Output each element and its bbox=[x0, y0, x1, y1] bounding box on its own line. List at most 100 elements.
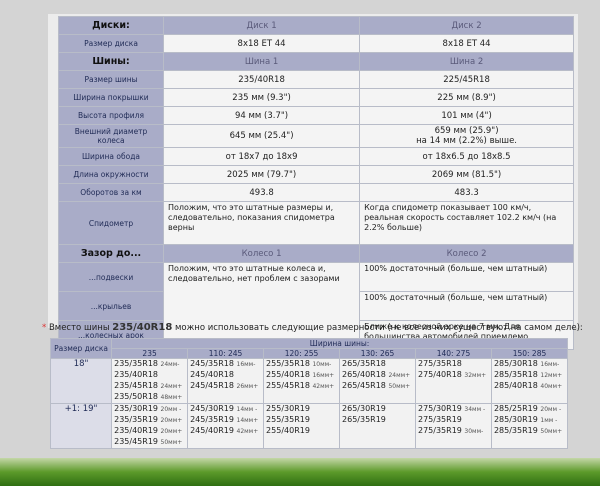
tire-size-line: 285/35R19 50мм+ bbox=[494, 426, 565, 437]
size-cell: 265/35R18 265/40R18 24мм+ 265/45R18 50мм+ bbox=[339, 358, 416, 404]
table-row: Зазор до... Колесо 1 Колесо 2 bbox=[58, 244, 574, 263]
tire-size: 235/35R18 bbox=[114, 359, 158, 368]
cell-value-1: 645 мм (25.4") bbox=[162, 124, 361, 148]
tire-size-line: 245/45R18 26мм+ bbox=[190, 381, 261, 392]
tire-size-line: 275/35R19 bbox=[418, 415, 489, 426]
cell-value-1: 235 мм (9.3") bbox=[162, 88, 361, 107]
tire-diff: 14мм+ bbox=[236, 417, 259, 424]
cell-value-1: 2025 мм (79.7") bbox=[162, 165, 361, 184]
cell-value-2: 225/45R18 bbox=[359, 70, 574, 89]
cell-value-2-text: 483.3 bbox=[454, 187, 479, 198]
tire-diff: 30мм- bbox=[464, 428, 484, 435]
tire-size: 255/40R19 bbox=[266, 426, 310, 435]
tire-size-line: 285/25R19 20мм - bbox=[494, 404, 565, 415]
tire-size: 265/30R19 bbox=[342, 404, 386, 413]
tire-size: 235/40R18 bbox=[114, 370, 158, 379]
width-col-header: 235 bbox=[111, 348, 189, 359]
tire-size-line: 255/40R19 bbox=[266, 426, 337, 437]
table-row: Диски: Диск 1 Диск 2 bbox=[58, 16, 574, 35]
tire-size-line: 275/40R18 32мм+ bbox=[418, 370, 489, 381]
cell-value-2-text: Диск 2 bbox=[451, 20, 482, 31]
tire-size-line: 235/30R19 20мм - bbox=[114, 404, 185, 415]
tire-size: 245/35R18 bbox=[190, 359, 234, 368]
diameter-header: Размер диска bbox=[49, 338, 113, 359]
tire-size: 275/35R19 bbox=[417, 426, 462, 435]
tire-size: 235/50R18 bbox=[114, 392, 158, 401]
tire-diff: 24мм+ bbox=[160, 383, 183, 390]
row-label: Ширина покрышки bbox=[58, 88, 164, 107]
tire-diff: 16мм- bbox=[236, 361, 256, 368]
clearance-label: Зазор до... bbox=[58, 244, 164, 263]
row-label: Длина окружности bbox=[58, 165, 164, 184]
tire-size-line: 285/35R18 12мм+ bbox=[494, 370, 565, 381]
tire-size: 275/30R19 bbox=[417, 404, 462, 413]
tire-size: 285/30R18 bbox=[493, 359, 538, 368]
tire-size-line: 245/35R18 16мм- bbox=[190, 359, 261, 370]
tire-size: 275/35R19 bbox=[417, 415, 462, 424]
tire-diff: 50мм+ bbox=[160, 439, 183, 446]
cell-value-2-text: Шина 2 bbox=[449, 56, 484, 67]
table-row: Ширина покрышки 235 мм (9.3") 225 мм (8.9"… bbox=[58, 88, 574, 107]
tire-size: 245/40R18 bbox=[190, 370, 234, 379]
row-label: Высота профиля bbox=[58, 106, 164, 125]
tire-size: 245/30R19 bbox=[190, 404, 234, 413]
diameter-cell: 18" bbox=[49, 358, 113, 404]
tire-size-line: 255/40R18 16мм+ bbox=[266, 370, 337, 381]
cell-value-1: Диск 1 bbox=[162, 16, 361, 35]
tire-diff: 20мм - bbox=[160, 406, 182, 413]
tire-diff: 20мм+ bbox=[160, 428, 183, 435]
size-cell: 255/30R19 255/35R19 255/40R19 bbox=[263, 403, 341, 449]
comparison-table: Диски: Диск 1 Диск 2 Размер диска 8x18 ET 44… bbox=[58, 16, 574, 350]
tire-diff: 16мм+ bbox=[312, 372, 335, 379]
tire-size-line: 235/40R18 bbox=[114, 370, 185, 381]
cell-value-2-text: 225/45R18 bbox=[443, 74, 490, 85]
table-row: ...подвески Положим, что это штатные коле… bbox=[58, 262, 574, 350]
cell-value-2-text: от 18x6.5 до 18x8.5 bbox=[422, 151, 511, 162]
table-row: 18" 235/35R18 24мм- 235/40R18 235/45R18 24… bbox=[49, 358, 569, 404]
tire-size-line: 255/45R18 42мм+ bbox=[266, 381, 337, 392]
tire-size-line: 235/45R19 50мм+ bbox=[114, 437, 185, 448]
tire-size: 245/35R19 bbox=[190, 415, 234, 424]
tire-size-line: 265/35R18 bbox=[342, 359, 413, 370]
cell-value-1: 493.8 bbox=[162, 183, 361, 202]
tire-size: 285/35R19 bbox=[493, 426, 538, 435]
tire-size-line: 285/30R18 16мм- bbox=[494, 359, 565, 370]
tire-diff: 24мм+ bbox=[388, 372, 411, 379]
cell-value-2: 483.3 bbox=[359, 183, 574, 202]
cell-value-2-note: на 14 мм (2.2%) выше. bbox=[416, 136, 517, 146]
size-cell: 275/30R19 34мм -275/35R19 275/35R19 30мм… bbox=[414, 403, 492, 449]
clearance-text-2: 100% достаточный (больше, чем штатный) bbox=[359, 262, 574, 292]
tire-size-line: 245/35R19 14мм+ bbox=[190, 415, 261, 426]
cell-value-2: Шина 2 bbox=[359, 52, 574, 71]
tire-size: 255/45R18 bbox=[266, 381, 310, 390]
size-cell: 265/30R19 265/35R19 bbox=[339, 403, 416, 449]
tire-size-line: 255/30R19 bbox=[266, 404, 337, 415]
diameter-cell: +1: 19" bbox=[49, 403, 113, 449]
tire-size: 235/45R18 bbox=[114, 381, 158, 390]
cell-value-1: 8x18 ET 44 bbox=[162, 34, 361, 53]
tire-size-line: 285/30R19 1мм - bbox=[494, 415, 565, 426]
note-asterisk: * bbox=[42, 323, 47, 333]
cell-value-1: от 18x7 до 18x9 bbox=[162, 147, 361, 166]
tire-size: 245/45R18 bbox=[190, 381, 234, 390]
cell-value-1: 94 мм (3.7") bbox=[162, 106, 361, 125]
tire-size: 265/40R18 bbox=[342, 370, 386, 379]
tire-size-line: 245/30R19 14мм - bbox=[190, 404, 261, 415]
grass-decoration bbox=[0, 458, 600, 486]
table-row: 235 110: 245 120: 255 130: 265 140: 275 150: … bbox=[51, 348, 569, 359]
width-col-header: 110: 245 bbox=[187, 348, 265, 359]
tire-size: 285/40R18 bbox=[493, 381, 538, 390]
row-label: Оборотов за км bbox=[58, 183, 164, 202]
tire-size: 275/40R18 bbox=[417, 370, 462, 379]
tire-size-line: 255/35R19 bbox=[266, 415, 337, 426]
tire-size-line: 285/40R18 40мм+ bbox=[494, 381, 565, 392]
tire-diff: 32мм+ bbox=[464, 372, 487, 379]
tire-size: 265/35R18 bbox=[342, 359, 386, 368]
tire-size: 235/40R19 bbox=[114, 426, 158, 435]
tire-size-line: 275/35R18 bbox=[418, 359, 489, 370]
cell-value-2: 8x18 ET 44 bbox=[359, 34, 574, 53]
clearance-row-label: ...подвески bbox=[58, 262, 164, 292]
tire-diff: 48мм+ bbox=[160, 394, 183, 401]
table-row: +1: 19" 235/30R19 20мм -235/35R19 20мм+ 23… bbox=[49, 403, 569, 449]
speedometer-label: Спидометр bbox=[58, 201, 164, 245]
